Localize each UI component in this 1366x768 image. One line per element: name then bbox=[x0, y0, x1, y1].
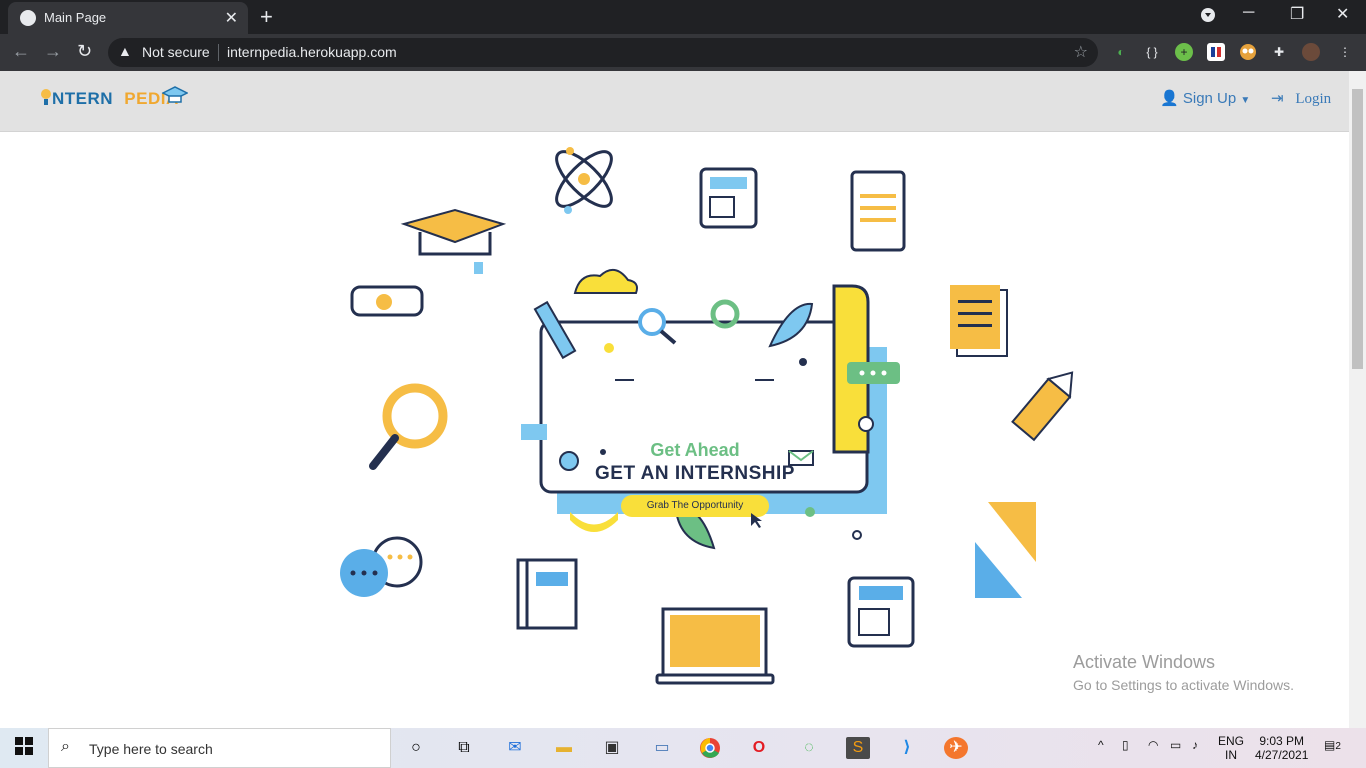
tab-title: Main Page bbox=[44, 10, 107, 25]
refresh-app-icon[interactable]: ◌ bbox=[797, 737, 821, 759]
hero-illustration: Get Ahead GET AN INTERNSHIP Grab The Opp… bbox=[0, 132, 1349, 728]
language-indicator[interactable]: ENG IN bbox=[1218, 734, 1244, 762]
graduation-cap-icon bbox=[400, 208, 507, 274]
profile-avatar[interactable] bbox=[1302, 43, 1320, 61]
web-page: NTERN PEDIA 👤 Sign Up ▼ ⇥ Login Get Ahea… bbox=[0, 71, 1349, 728]
site-navbar: NTERN PEDIA 👤 Sign Up ▼ ⇥ Login bbox=[0, 71, 1349, 132]
window-close-icon[interactable]: ✕ bbox=[1336, 4, 1349, 24]
browser-tab[interactable]: Main Page ✕ bbox=[8, 2, 248, 34]
tab-close-icon[interactable]: ✕ bbox=[225, 8, 238, 28]
cursor-icon bbox=[751, 513, 762, 528]
extensions-puzzle-icon[interactable]: ✚ bbox=[1270, 43, 1288, 61]
chrome-icon[interactable] bbox=[698, 737, 722, 759]
login-link[interactable]: ⇥ Login bbox=[1271, 89, 1331, 108]
clock-date: 4/27/2021 bbox=[1255, 748, 1309, 762]
sublime-text-icon[interactable]: S bbox=[846, 737, 870, 759]
calculator-icon bbox=[699, 167, 758, 229]
show-hidden-icons[interactable]: ^ bbox=[1098, 738, 1104, 752]
windows-start-icon[interactable] bbox=[12, 737, 36, 759]
calculator-icon bbox=[847, 576, 915, 648]
bookmark-star-icon[interactable]: ☆ bbox=[1074, 42, 1088, 62]
reload-icon[interactable]: ↻ bbox=[77, 41, 92, 62]
page-scrollbar[interactable] bbox=[1349, 71, 1366, 728]
document-scroll-icon bbox=[850, 170, 906, 252]
mortarboard-icon bbox=[162, 86, 188, 103]
new-tab-button[interactable]: + bbox=[260, 4, 273, 30]
clock[interactable]: 9:03 PM 4/27/2021 bbox=[1255, 734, 1308, 762]
magnifier-icon bbox=[369, 383, 448, 470]
diploma-icon bbox=[350, 285, 424, 317]
hero-subheading: Get Ahead bbox=[650, 440, 740, 460]
extension-owl-icon[interactable] bbox=[1239, 43, 1257, 61]
hero-heading: GET AN INTERNSHIP bbox=[595, 463, 795, 484]
activate-subtitle: Go to Settings to activate Windows. bbox=[1073, 677, 1294, 693]
vscode-icon[interactable]: ⟩ bbox=[895, 737, 919, 759]
this-pc-icon[interactable]: ▭ bbox=[650, 737, 674, 759]
education-illustration bbox=[340, 147, 1074, 685]
extension-json-icon[interactable]: { } bbox=[1143, 43, 1161, 61]
divider bbox=[218, 44, 219, 61]
scrollbar-thumb[interactable] bbox=[1352, 89, 1363, 369]
restore-icon[interactable]: ❐ bbox=[1290, 4, 1304, 24]
postman-icon[interactable]: ✈ bbox=[944, 737, 968, 759]
pencil-icon bbox=[1011, 371, 1074, 442]
language-code: ENG bbox=[1218, 734, 1245, 748]
device-icon[interactable]: ▯ bbox=[1122, 738, 1129, 752]
task-view-icon[interactable]: ⧉ bbox=[452, 737, 476, 759]
taskbar-search-box[interactable]: ⌕ Type here to search bbox=[48, 728, 391, 768]
battery-icon[interactable]: ▭ bbox=[1170, 738, 1181, 752]
browser-toolbar: ← → ↻ ▲ Not secure internpedia.herokuapp… bbox=[0, 34, 1366, 71]
notifications-icon[interactable]: ▤2 bbox=[1324, 738, 1341, 752]
search-icon: ⌕ bbox=[61, 738, 70, 755]
store-icon[interactable]: ▣ bbox=[600, 737, 624, 759]
profile-dropdown-icon[interactable] bbox=[1200, 7, 1216, 28]
windows-activation-watermark: Activate Windows Go to Settings to activ… bbox=[1073, 652, 1294, 693]
logo-intern: NTERN bbox=[52, 89, 114, 108]
signup-link[interactable]: 👤 Sign Up ▼ bbox=[1160, 89, 1250, 107]
clock-time: 9:03 PM bbox=[1259, 734, 1305, 748]
windows-taskbar: ⌕ Type here to search ○ ⧉ ✉ ▬ ▣ ▭ O ◌ S … bbox=[0, 728, 1366, 768]
notification-count: 2 bbox=[1335, 741, 1341, 752]
globe-icon bbox=[20, 10, 36, 26]
address-bar[interactable]: ▲ Not secure internpedia.herokuapp.com ☆ bbox=[108, 38, 1098, 67]
file-explorer-icon[interactable]: ▬ bbox=[552, 737, 576, 759]
extension-flag-icon[interactable] bbox=[1207, 43, 1225, 61]
url-text[interactable]: internpedia.herokuapp.com bbox=[227, 44, 397, 60]
site-logo[interactable]: NTERN PEDIA bbox=[41, 86, 188, 109]
set-square-icon bbox=[975, 502, 1036, 598]
user-icon: 👤 bbox=[1160, 90, 1179, 107]
search-placeholder[interactable]: Type here to search bbox=[89, 741, 213, 757]
cortana-icon[interactable]: ○ bbox=[404, 737, 428, 759]
forward-icon[interactable]: → bbox=[44, 41, 62, 62]
notebook-icon bbox=[516, 558, 578, 630]
volume-icon[interactable]: ♪ bbox=[1192, 738, 1198, 752]
activate-title: Activate Windows bbox=[1073, 652, 1216, 672]
extension-green-icon[interactable]: ◐ bbox=[1112, 43, 1130, 61]
opera-icon[interactable]: O bbox=[747, 737, 771, 759]
bulb-icon bbox=[41, 89, 51, 105]
minimize-icon[interactable]: ─ bbox=[1243, 4, 1254, 22]
sticky-note-icon bbox=[950, 285, 1008, 357]
chat-bubbles-icon bbox=[340, 536, 423, 597]
laptop-icon bbox=[655, 607, 775, 685]
extension-plus-icon[interactable]: + bbox=[1175, 43, 1193, 61]
mail-icon[interactable]: ✉ bbox=[503, 737, 527, 759]
browser-tab-strip: Main Page ✕ + ─ ❐ ✕ bbox=[0, 0, 1366, 34]
warning-icon[interactable]: ▲ bbox=[118, 43, 132, 59]
signup-label: Sign Up bbox=[1182, 90, 1237, 107]
login-icon: ⇥ bbox=[1271, 91, 1284, 107]
menu-kebab-icon[interactable]: ⋮ bbox=[1336, 43, 1354, 61]
wifi-icon[interactable]: ◠ bbox=[1148, 738, 1158, 752]
region-code: IN bbox=[1225, 748, 1237, 762]
grab-opportunity-button[interactable]: Grab The Opportunity bbox=[621, 495, 769, 517]
security-label[interactable]: Not secure bbox=[142, 44, 210, 60]
back-icon[interactable]: ← bbox=[12, 41, 30, 62]
caret-down-icon: ▼ bbox=[1240, 95, 1251, 106]
login-label: Login bbox=[1295, 91, 1332, 107]
